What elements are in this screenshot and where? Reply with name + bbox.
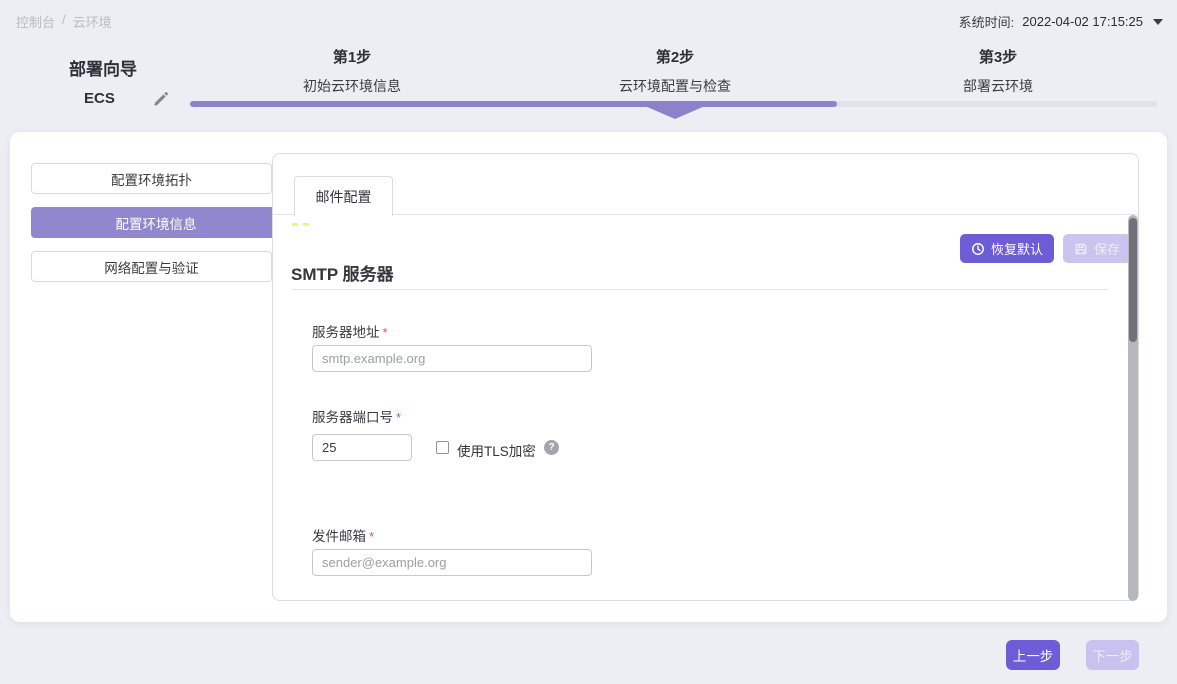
sidebar-item-label: 网络配置与验证: [104, 257, 199, 277]
sender-email-input[interactable]: [312, 549, 592, 576]
main-panel: 配置环境拓扑 配置环境信息 网络配置与验证 邮件配置 恢复默认: [10, 132, 1167, 622]
caret-down-icon[interactable]: [1153, 19, 1163, 25]
smtp-section-title: SMTP 服务器: [291, 260, 394, 285]
breadcrumb-cloud-env[interactable]: 云环境: [73, 12, 112, 31]
save-button[interactable]: 保存: [1063, 234, 1131, 263]
focus-dashes: [292, 223, 309, 226]
breadcrumb: 控制台 / 云环境: [16, 12, 112, 31]
wizard-progress-fill: [190, 101, 837, 107]
section-divider: [291, 289, 1109, 290]
restore-default-button[interactable]: 恢复默认: [960, 234, 1054, 263]
floppy-save-icon: [1074, 242, 1088, 256]
tab-bar: [273, 154, 1138, 215]
step-label: 云环境配置与检查: [525, 76, 825, 96]
step-label: 部署云环境: [848, 76, 1148, 96]
wizard-step-3: 第3步 部署云环境: [848, 46, 1148, 96]
tls-checkbox-label[interactable]: 使用TLS加密: [457, 440, 536, 460]
tab-mail-config[interactable]: 邮件配置: [294, 176, 393, 216]
current-step-arrow-icon: [645, 106, 705, 119]
server-port-label: 服务器端口号*: [312, 406, 401, 426]
system-time-value: 2022-04-02 17:15:25: [1022, 14, 1143, 29]
previous-step-button[interactable]: 上一步: [1006, 640, 1060, 670]
sidebar-item-label: 配置环境信息: [116, 213, 197, 233]
wizard-env-name: ECS: [84, 90, 115, 107]
system-time: 系统时间: 2022-04-02 17:15:25: [959, 12, 1163, 31]
scrollbar-track[interactable]: [1128, 215, 1138, 601]
mail-config-card: 邮件配置 恢复默认 保存 SMTP 服务器 服务器地址*: [272, 153, 1139, 601]
required-asterisk: *: [396, 410, 401, 425]
tab-label: 邮件配置: [316, 187, 372, 207]
save-label: 保存: [1094, 239, 1120, 258]
history-clock-icon: [971, 242, 985, 256]
wizard-step-2: 第2步 云环境配置与检查: [525, 46, 825, 96]
wizard-progress-bar: [190, 101, 1157, 107]
step-label: 初始云环境信息: [202, 76, 502, 96]
scrollbar-thumb[interactable]: [1129, 218, 1137, 342]
server-address-input[interactable]: [312, 345, 592, 372]
step-number: 第2步: [525, 46, 825, 67]
sidebar-item-topology[interactable]: 配置环境拓扑: [31, 163, 272, 194]
wizard-title: 部署向导: [69, 55, 137, 80]
next-step-button[interactable]: 下一步: [1086, 640, 1139, 670]
sidebar-item-env-info[interactable]: 配置环境信息: [31, 207, 281, 238]
sidebar-item-label: 配置环境拓扑: [111, 169, 192, 189]
breadcrumb-console[interactable]: 控制台: [16, 12, 55, 31]
restore-default-label: 恢复默认: [991, 239, 1043, 258]
server-address-label: 服务器地址*: [312, 321, 388, 341]
step-number: 第3步: [848, 46, 1148, 67]
required-asterisk: *: [383, 325, 388, 340]
server-port-input[interactable]: [312, 434, 412, 461]
tls-checkbox[interactable]: [436, 441, 449, 454]
tls-help-icon[interactable]: ?: [544, 440, 559, 455]
step-number: 第1步: [202, 46, 502, 67]
required-asterisk: *: [369, 529, 374, 544]
page: 控制台 / 云环境 系统时间: 2022-04-02 17:15:25 部署向导…: [0, 0, 1177, 684]
sender-email-label: 发件邮箱*: [312, 525, 374, 545]
pencil-icon[interactable]: [152, 90, 170, 108]
sidebar-item-network[interactable]: 网络配置与验证: [31, 251, 272, 282]
breadcrumb-separator: /: [62, 12, 66, 31]
wizard-step-1: 第1步 初始云环境信息: [202, 46, 502, 96]
system-time-label: 系统时间:: [959, 12, 1015, 31]
